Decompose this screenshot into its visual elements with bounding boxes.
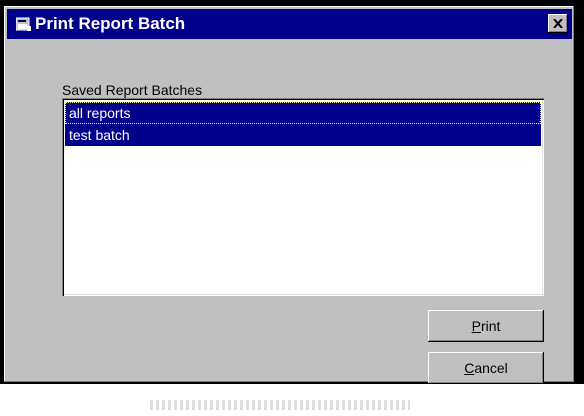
print-button[interactable]: Print bbox=[428, 310, 544, 342]
list-item[interactable]: test batch bbox=[65, 124, 541, 146]
cancel-button-mnemonic: C bbox=[464, 360, 475, 376]
list-item[interactable]: all reports bbox=[65, 102, 541, 124]
cancel-button-label: ancel bbox=[474, 360, 508, 376]
app-icon bbox=[16, 17, 31, 31]
close-icon bbox=[553, 19, 563, 28]
cancel-button[interactable]: Cancel bbox=[428, 352, 544, 384]
title-bar[interactable]: Print Report Batch bbox=[7, 9, 572, 39]
saved-report-batches-list[interactable]: all reports test batch bbox=[62, 98, 544, 296]
background-ghost-text bbox=[150, 400, 410, 410]
print-button-mnemonic: P bbox=[471, 318, 481, 334]
close-button[interactable] bbox=[548, 14, 568, 33]
print-button-label: rint bbox=[480, 318, 501, 334]
window-title: Print Report Batch bbox=[35, 14, 186, 33]
print-report-batch-dialog: Print Report Batch Saved Report Batches … bbox=[4, 6, 574, 384]
saved-report-batches-label: Saved Report Batches bbox=[62, 82, 203, 98]
